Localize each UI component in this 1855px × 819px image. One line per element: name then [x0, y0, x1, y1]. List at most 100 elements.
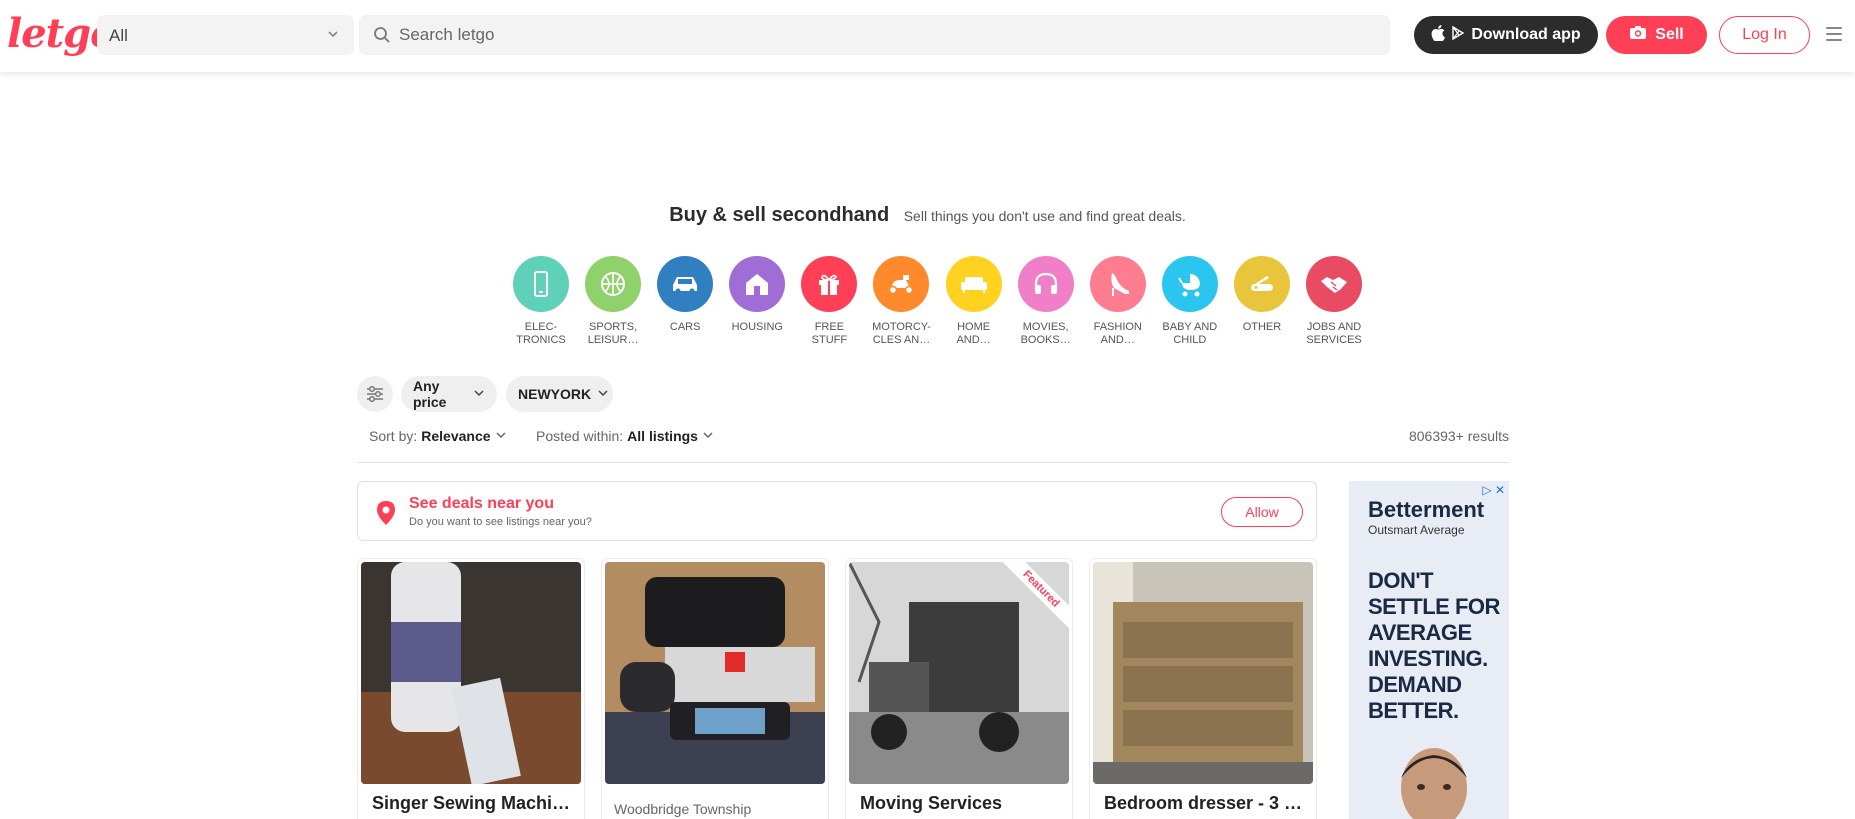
ad-brand: Betterment [1368, 497, 1485, 522]
category-label: BOOKS… [1020, 334, 1071, 346]
listing-card[interactable]: Woodbridge Township [601, 558, 829, 819]
price-filter-chip[interactable]: Any price [401, 376, 497, 412]
category-movies[interactable]: MOVIES, BOOKS… [1010, 256, 1082, 347]
category-label: FASHION [1093, 321, 1142, 333]
sell-button[interactable]: Sell [1606, 16, 1707, 54]
category-label: MOVIES, [1022, 321, 1069, 333]
hero-heading: Buy & sell secondhand Sell things you do… [0, 204, 1855, 227]
listing-card[interactable]: Featured Moving Services [845, 558, 1073, 819]
search-icon [373, 26, 391, 49]
google-play-icon [1451, 25, 1465, 45]
hero-subtitle: Sell things you don't use and find great… [903, 208, 1186, 224]
posted-prefix: Posted within: [536, 428, 624, 444]
sofa-icon [945, 256, 1002, 312]
category-baby-and-child[interactable]: BABY AND CHILD [1154, 256, 1226, 347]
category-select[interactable]: All [97, 15, 354, 55]
category-free-stuff[interactable]: FREE STUFF [793, 256, 865, 347]
advertisement[interactable]: ▷ ✕ Betterment Outsmart Average DON'T SE… [1349, 481, 1509, 819]
handshake-icon [1306, 256, 1363, 312]
allow-location-button[interactable]: Allow [1221, 497, 1303, 527]
location-prompt-title: See deals near you [409, 495, 554, 512]
category-label: FREE [814, 321, 845, 333]
posted-within-dropdown[interactable]: Posted within: All listings [536, 428, 714, 444]
category-label: CLES AN… [872, 334, 931, 346]
category-label: HOME [957, 321, 991, 333]
category-electronics[interactable]: ELEC- TRONICS [505, 256, 577, 347]
category-label: CARS [669, 321, 701, 333]
filters-divider [357, 462, 1509, 463]
apple-icon [1431, 24, 1446, 46]
search-input[interactable] [399, 15, 1379, 55]
stroller-icon [1161, 256, 1218, 312]
ad-choices-icon[interactable]: ▷ ✕ [1482, 483, 1505, 497]
car-icon [657, 256, 714, 312]
category-label: OTHER [1242, 321, 1282, 333]
listing-photo [361, 562, 581, 784]
house-icon [729, 256, 786, 312]
location-filter-chip[interactable]: NEWYORK [506, 376, 613, 412]
chevron-down-icon [495, 428, 507, 444]
listing-title: Bedroom dresser - 3 … [1104, 793, 1303, 813]
category-label: SERVICES [1306, 334, 1362, 346]
location-prompt-subtitle: Do you want to see listings near you? [409, 516, 592, 528]
results-count: 806393+ results [1408, 428, 1509, 444]
category-label: STUFF [811, 334, 848, 346]
listing-card[interactable]: Bedroom dresser - 3 … [1089, 558, 1317, 819]
category-label: BABY AND [1162, 321, 1218, 333]
category-jobs-and-services[interactable]: JOBS AND SERVICES [1298, 256, 1370, 347]
listing-card[interactable]: Singer Sewing Machi… [357, 558, 585, 819]
category-label: SPORTS, [589, 321, 638, 333]
price-filter-label: Any price [413, 378, 447, 410]
listing-photo [1093, 562, 1313, 784]
ad-tagline: Outsmart Average [1368, 523, 1465, 537]
phone-icon [513, 256, 569, 312]
hamburger-menu-icon[interactable] [1826, 27, 1842, 41]
listing-location: Woodbridge Township [614, 801, 752, 817]
pocketknife-icon [1233, 256, 1290, 312]
listing-photo [605, 562, 825, 784]
listing-title: Singer Sewing Machi… [372, 793, 571, 813]
camera-icon [1629, 25, 1647, 45]
category-housing[interactable]: HOUSING [721, 256, 793, 347]
category-label: HOUSING [731, 321, 783, 333]
category-cars[interactable]: CARS [649, 256, 721, 347]
category-sports[interactable]: SPORTS, LEISUR… [577, 256, 649, 347]
category-other[interactable]: OTHER [1226, 256, 1298, 347]
category-select-value: All [109, 26, 128, 45]
category-bar: ELEC- TRONICS SPORTS, LEISUR… CARS HOUSING… [505, 256, 1370, 347]
category-label: AND… [1100, 334, 1135, 346]
login-button[interactable]: Log In [1719, 16, 1810, 54]
chevron-down-icon [473, 386, 485, 402]
sell-label: Sell [1655, 26, 1684, 43]
location-pin-icon [376, 500, 396, 531]
basketball-icon [585, 256, 642, 312]
category-label: ELEC- [524, 321, 558, 333]
top-header: letgo All Download app Sell Log In [0, 0, 1855, 72]
ad-headline: DON'T SETTLE FOR AVERAGE INVESTING. DEMA… [1368, 568, 1500, 723]
category-label: TRONICS [516, 334, 566, 346]
listing-title: Moving Services [860, 793, 1003, 813]
category-home[interactable]: HOME AND… [938, 256, 1010, 347]
category-label: MOTORCY- [872, 321, 931, 333]
sort-value: Relevance [421, 428, 491, 444]
download-app-button[interactable]: Download app [1414, 16, 1598, 54]
scooter-icon [873, 256, 930, 312]
sort-dropdown[interactable]: Sort by: Relevance [369, 428, 507, 444]
chevron-down-icon [702, 428, 714, 444]
filters-sliders-icon[interactable] [357, 376, 393, 412]
heel-icon [1089, 256, 1146, 312]
category-label: AND… [956, 334, 991, 346]
chevron-down-icon [597, 386, 609, 402]
location-filter-label: NEWYORK [518, 386, 592, 402]
category-fashion[interactable]: FASHION AND… [1082, 256, 1154, 347]
category-label: JOBS AND [1306, 321, 1362, 333]
gift-icon [801, 256, 858, 312]
search-bar [359, 15, 1390, 55]
category-motorcycles[interactable]: MOTORCY- CLES AN… [865, 256, 937, 347]
category-label: LEISUR… [587, 334, 639, 346]
ad-photo [1389, 743, 1479, 819]
download-app-label: Download app [1471, 26, 1581, 43]
location-prompt-banner: See deals near you Do you want to see li… [357, 481, 1317, 541]
sort-prefix: Sort by: [369, 428, 418, 444]
hero-title: Buy & sell secondhand [669, 204, 890, 226]
